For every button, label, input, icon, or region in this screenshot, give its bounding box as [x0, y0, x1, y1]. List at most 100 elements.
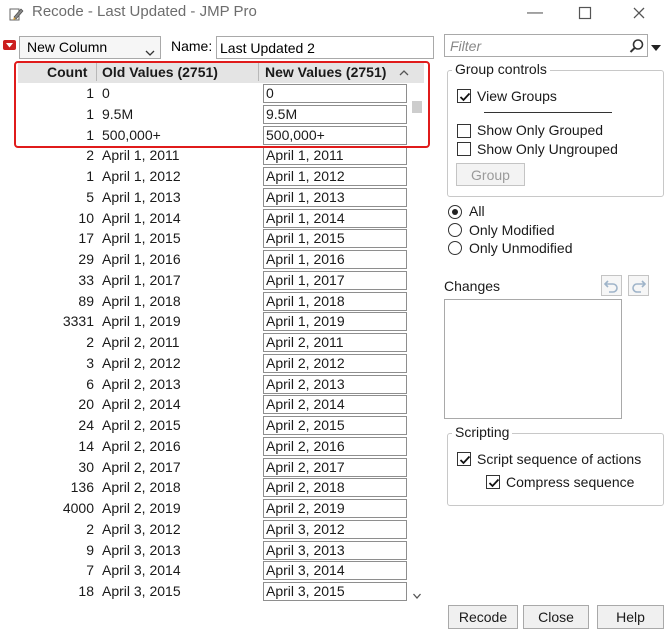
new-value-input[interactable]: April 3, 2015: [263, 582, 407, 601]
show-only-ungrouped-label[interactable]: Show Only Ungrouped: [477, 141, 618, 157]
column-divider[interactable]: [258, 63, 259, 81]
new-value-input[interactable]: April 2, 2018: [263, 478, 407, 498]
new-value-input[interactable]: April 1, 2018: [263, 291, 407, 311]
new-value-input[interactable]: April 2, 2016: [263, 436, 407, 456]
new-value-input[interactable]: 9.5M: [263, 104, 407, 124]
radio-only-unmodified-label[interactable]: Only Unmodified: [469, 240, 573, 256]
column-divider[interactable]: [96, 63, 97, 81]
show-only-grouped-label[interactable]: Show Only Grouped: [477, 122, 603, 138]
table-row[interactable]: 2 April 1, 2011 April 1, 2011: [18, 145, 424, 166]
new-value-input[interactable]: April 2, 2013: [263, 374, 407, 394]
radio-all-label[interactable]: All: [469, 203, 485, 219]
new-value-input[interactable]: April 2, 2015: [263, 416, 407, 435]
new-value-input[interactable]: April 2, 2019: [263, 499, 407, 518]
new-value-input[interactable]: April 2, 2014: [263, 395, 407, 415]
filter-box[interactable]: [444, 34, 648, 57]
table-row[interactable]: 100: [18, 83, 424, 104]
new-value-input[interactable]: April 1, 2014: [263, 208, 407, 228]
new-value-input[interactable]: April 2, 2011: [263, 333, 407, 352]
new-value-input[interactable]: 500,000+: [263, 125, 407, 145]
old-value-cell: April 2, 2014: [102, 396, 181, 413]
undo-button[interactable]: [601, 275, 622, 296]
script-sequence-checkbox[interactable]: [457, 452, 471, 466]
old-value-cell: April 1, 2015: [102, 230, 181, 247]
table-row[interactable]: 89 April 1, 2018 April 1, 2018: [18, 291, 424, 312]
table-row[interactable]: 1 9.5M 9.5M: [18, 104, 424, 125]
new-value-input[interactable]: April 1, 2015: [263, 229, 407, 249]
table-row[interactable]: 136 April 2, 2018 April 2, 2018: [18, 477, 424, 498]
column-select-value: New Column: [27, 39, 108, 55]
new-value-input[interactable]: April 2, 2012: [263, 353, 407, 373]
red-triangle-menu-icon[interactable]: [3, 37, 16, 50]
table-row[interactable]: 24 April 2, 2015 April 2, 2015: [18, 415, 424, 436]
table-row[interactable]: 20 April 2, 2014 April 2, 2014: [18, 394, 424, 415]
table-row[interactable]: 3 April 2, 2012 April 2, 2012: [18, 353, 424, 374]
new-value-input[interactable]: April 1, 2017: [263, 270, 407, 290]
table-row[interactable]: 7 April 3, 2014 April 3, 2014: [18, 560, 424, 581]
maximize-button[interactable]: [570, 2, 600, 24]
new-value-input[interactable]: April 1, 2016: [263, 250, 407, 269]
table-row[interactable]: 10 April 1, 2014 April 1, 2014: [18, 208, 424, 229]
group-button[interactable]: Group: [456, 163, 525, 186]
new-value-input[interactable]: April 1, 2013: [263, 187, 407, 207]
table-row[interactable]: 29 April 1, 2016 April 1, 2016: [18, 249, 424, 270]
old-value-cell: April 3, 2014: [102, 562, 181, 579]
show-only-grouped-checkbox[interactable]: [457, 124, 471, 138]
close-window-button[interactable]: [624, 2, 654, 24]
recode-button[interactable]: Recode: [448, 605, 518, 629]
new-value-input[interactable]: April 3, 2012: [263, 519, 407, 539]
new-value-input[interactable]: April 3, 2014: [263, 561, 407, 581]
view-groups-label[interactable]: View Groups: [477, 88, 557, 104]
script-sequence-label[interactable]: Script sequence of actions: [477, 451, 641, 467]
table-row[interactable]: 4000 April 2, 2019 April 2, 2019: [18, 498, 424, 519]
table-row[interactable]: 1 500,000+ 500,000+: [18, 125, 424, 146]
table-row[interactable]: 33 April 1, 2017 April 1, 2017: [18, 270, 424, 291]
count-cell: 1: [86, 85, 94, 101]
compress-sequence-checkbox[interactable]: [486, 475, 500, 489]
new-value-input[interactable]: April 1, 2012: [263, 167, 407, 186]
table-row[interactable]: 9 April 3, 2013 April 3, 2013: [18, 540, 424, 561]
table-row[interactable]: 14 April 2, 2016 April 2, 2016: [18, 436, 424, 457]
filter-input[interactable]: [448, 36, 623, 55]
close-button[interactable]: Close: [523, 605, 589, 629]
table-row[interactable]: 6 April 2, 2013 April 2, 2013: [18, 374, 424, 395]
table-row[interactable]: 30 April 2, 2017 April 2, 2017: [18, 457, 424, 478]
table-row[interactable]: 2 April 2, 2011 April 2, 2011: [18, 332, 424, 353]
new-value-input[interactable]: April 3, 2013: [263, 540, 407, 560]
column-select[interactable]: New Column: [19, 36, 161, 59]
new-value-input[interactable]: April 2, 2017: [263, 457, 407, 477]
minimize-button[interactable]: —: [520, 2, 550, 24]
view-groups-checkbox[interactable]: [457, 89, 471, 103]
table-row[interactable]: 3331 April 1, 2019 April 1, 2019: [18, 311, 424, 332]
count-cell: 29: [78, 251, 94, 267]
table-row[interactable]: 18 April 3, 2015 April 3, 2015: [18, 581, 424, 602]
radio-all[interactable]: [448, 205, 462, 219]
new-value-input[interactable]: April 1, 2019: [263, 312, 407, 332]
old-value-cell: April 2, 2015: [102, 417, 181, 433]
scroll-up-icon[interactable]: [398, 65, 410, 76]
radio-only-modified-label[interactable]: Only Modified: [469, 222, 555, 238]
scroll-down-icon[interactable]: [412, 588, 422, 599]
show-only-ungrouped-checkbox[interactable]: [457, 142, 471, 156]
count-header[interactable]: Count: [47, 64, 87, 80]
table-row[interactable]: 5 April 1, 2013 April 1, 2013: [18, 187, 424, 208]
table-row[interactable]: 17 April 1, 2015 April 1, 2015: [18, 228, 424, 249]
table-row[interactable]: 2 April 3, 2012 April 3, 2012: [18, 519, 424, 540]
redo-button[interactable]: [628, 275, 649, 296]
compress-sequence-label[interactable]: Compress sequence: [506, 474, 634, 490]
changes-list[interactable]: [444, 299, 622, 419]
radio-only-unmodified[interactable]: [448, 241, 462, 255]
vertical-scrollbar[interactable]: [410, 83, 424, 604]
old-value-cell: April 1, 2017: [102, 271, 181, 288]
help-button[interactable]: Help: [597, 605, 664, 629]
search-icon[interactable]: [629, 38, 645, 54]
new-value-input[interactable]: April 1, 2011: [263, 146, 407, 166]
old-values-header[interactable]: Old Values (2751): [102, 64, 218, 80]
scrollbar-thumb[interactable]: [412, 101, 422, 113]
table-row[interactable]: 1 April 1, 2012 April 1, 2012: [18, 166, 424, 187]
filter-menu-icon[interactable]: [650, 40, 662, 51]
new-values-header[interactable]: New Values (2751): [265, 64, 386, 80]
name-input[interactable]: [216, 36, 434, 59]
new-value-input[interactable]: 0: [263, 84, 407, 103]
radio-only-modified[interactable]: [448, 223, 462, 237]
